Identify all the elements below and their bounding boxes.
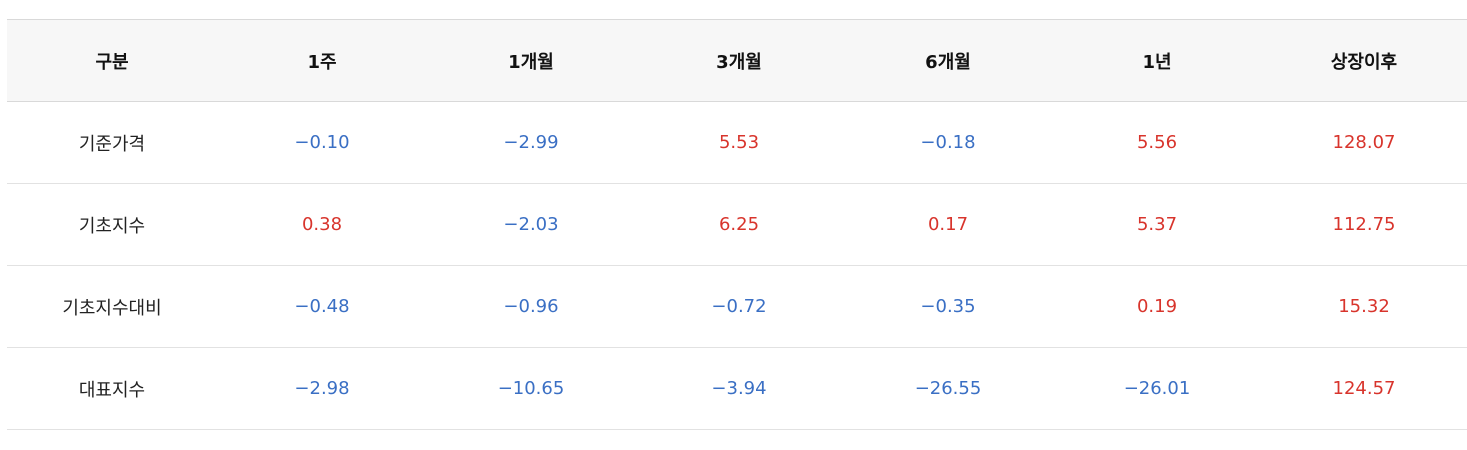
table-row: 대표지수 −2.98 −10.65 −3.94 −26.55 −26.01 12…	[7, 347, 1467, 430]
row-label: 대표지수	[7, 347, 217, 430]
table-cell: −2.99	[427, 101, 635, 184]
header-since-listing: 상장이후	[1261, 19, 1467, 102]
table-cell: −0.72	[635, 265, 843, 348]
table-row: 기초지수 0.38 −2.03 6.25 0.17 5.37 112.75	[7, 183, 1467, 266]
table-cell: −0.35	[843, 265, 1053, 348]
row-label: 기초지수	[7, 183, 217, 266]
table-cell: 15.32	[1261, 265, 1467, 348]
table-header: 구분 1주 1개월 3개월 6개월 1년 상장이후	[7, 19, 1467, 102]
table-cell: −3.94	[635, 347, 843, 430]
row-label: 기초지수대비	[7, 265, 217, 348]
table-cell: 0.38	[217, 183, 427, 266]
table-cell: 128.07	[1261, 101, 1467, 184]
table-cell: 112.75	[1261, 183, 1467, 266]
returns-table-container: 구분 1주 1개월 3개월 6개월 1년 상장이후 기준가격 −0.10 −2.…	[7, 19, 1467, 430]
table-cell: −0.10	[217, 101, 427, 184]
table-cell: 124.57	[1261, 347, 1467, 430]
table-cell: −26.01	[1053, 347, 1261, 430]
table-cell: −26.55	[843, 347, 1053, 430]
table-cell: −0.18	[843, 101, 1053, 184]
table-body: 기준가격 −0.10 −2.99 5.53 −0.18 5.56 128.07 …	[7, 101, 1467, 430]
header-1-year: 1년	[1053, 19, 1261, 102]
returns-table: 구분 1주 1개월 3개월 6개월 1년 상장이후 기준가격 −0.10 −2.…	[7, 19, 1467, 430]
header-1-week: 1주	[217, 19, 427, 102]
table-cell: −2.03	[427, 183, 635, 266]
table-cell: −2.98	[217, 347, 427, 430]
table-row: 기준가격 −0.10 −2.99 5.53 −0.18 5.56 128.07	[7, 101, 1467, 184]
table-cell: 0.19	[1053, 265, 1261, 348]
header-category: 구분	[7, 19, 217, 102]
header-6-months: 6개월	[843, 19, 1053, 102]
table-cell: 5.37	[1053, 183, 1261, 266]
table-cell: −0.96	[427, 265, 635, 348]
header-3-months: 3개월	[635, 19, 843, 102]
header-1-month: 1개월	[427, 19, 635, 102]
header-row: 구분 1주 1개월 3개월 6개월 1년 상장이후	[7, 19, 1467, 102]
table-cell: 0.17	[843, 183, 1053, 266]
table-cell: 6.25	[635, 183, 843, 266]
table-cell: 5.53	[635, 101, 843, 184]
table-cell: 5.56	[1053, 101, 1261, 184]
table-cell: −10.65	[427, 347, 635, 430]
table-cell: −0.48	[217, 265, 427, 348]
row-label: 기준가격	[7, 101, 217, 184]
table-row: 기초지수대비 −0.48 −0.96 −0.72 −0.35 0.19 15.3…	[7, 265, 1467, 348]
